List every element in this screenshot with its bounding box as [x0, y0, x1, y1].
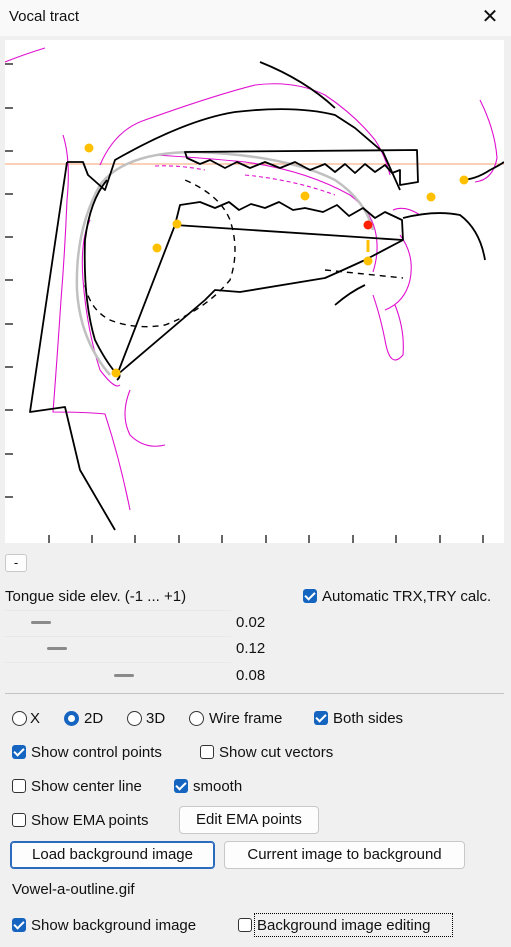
window-title: Vocal tract [9, 8, 80, 25]
view-2d-radio[interactable] [64, 711, 79, 726]
show-background-image-checkbox[interactable] [12, 918, 26, 932]
vocal-tract-drawing[interactable] [4, 40, 505, 543]
current-image-to-background-button[interactable]: Current image to background [224, 841, 465, 869]
show-center-line-checkbox[interactable] [12, 779, 26, 793]
automatic-trx-try-label: Automatic TRX,TRY calc. [322, 588, 492, 605]
view-2d-label: 2D [84, 710, 104, 727]
left-axis-ticks [5, 63, 13, 498]
show-background-image-label: Show background image [31, 917, 197, 934]
separator [5, 693, 504, 694]
view-3d-radio[interactable] [127, 711, 142, 726]
slider-value-1: 0.02 [236, 614, 266, 631]
close-icon[interactable]: ✕ [479, 6, 501, 28]
automatic-trx-try-checkbox[interactable] [303, 589, 317, 603]
view-x-radio[interactable] [12, 711, 27, 726]
background-outline [4, 47, 498, 511]
wire-frame-label: Wire frame [209, 710, 283, 727]
load-background-image-button[interactable]: Load background image [10, 841, 215, 869]
show-ema-points-checkbox[interactable] [12, 813, 26, 827]
selected-control-point [363, 220, 373, 230]
smooth-checkbox[interactable] [174, 779, 188, 793]
show-center-line-label: Show center line [31, 778, 142, 795]
focus-rectangle [254, 913, 453, 937]
bottom-axis-ticks [48, 535, 484, 543]
edit-ema-points-button[interactable]: Edit EMA points [179, 806, 319, 834]
show-control-points-label: Show control points [31, 744, 162, 761]
title-bar: Vocal tract ✕ [0, 0, 511, 36]
show-control-points-checkbox[interactable] [12, 745, 26, 759]
slider-value-3: 0.08 [236, 667, 266, 684]
background-file-name: Vowel-a-outline.gif [12, 881, 135, 898]
background-image-editing-checkbox[interactable] [238, 918, 252, 932]
wire-frame-radio[interactable] [189, 711, 204, 726]
slider-value-2: 0.12 [236, 640, 266, 657]
slider-thumb-1[interactable] [31, 621, 51, 624]
vocal-tract-canvas[interactable] [4, 40, 505, 543]
show-cut-vectors-label: Show cut vectors [219, 744, 334, 761]
view-3d-label: 3D [146, 710, 166, 727]
collapse-button[interactable]: - [5, 554, 27, 572]
dashed-curves [84, 179, 404, 328]
both-sides-checkbox[interactable] [314, 711, 328, 725]
show-cut-vectors-checkbox[interactable] [200, 745, 214, 759]
view-x-label: X [30, 710, 41, 727]
tongue-side-elevation-label: Tongue side elev. (-1 ... +1) [5, 588, 187, 605]
slider-thumb-3[interactable] [114, 674, 134, 677]
slider-thumb-2[interactable] [47, 647, 67, 650]
smooth-label: smooth [193, 778, 243, 795]
show-ema-points-label: Show EMA points [31, 812, 149, 829]
both-sides-label: Both sides [333, 710, 404, 727]
vocal-tract-model [29, 61, 505, 531]
center-line [75, 150, 375, 376]
